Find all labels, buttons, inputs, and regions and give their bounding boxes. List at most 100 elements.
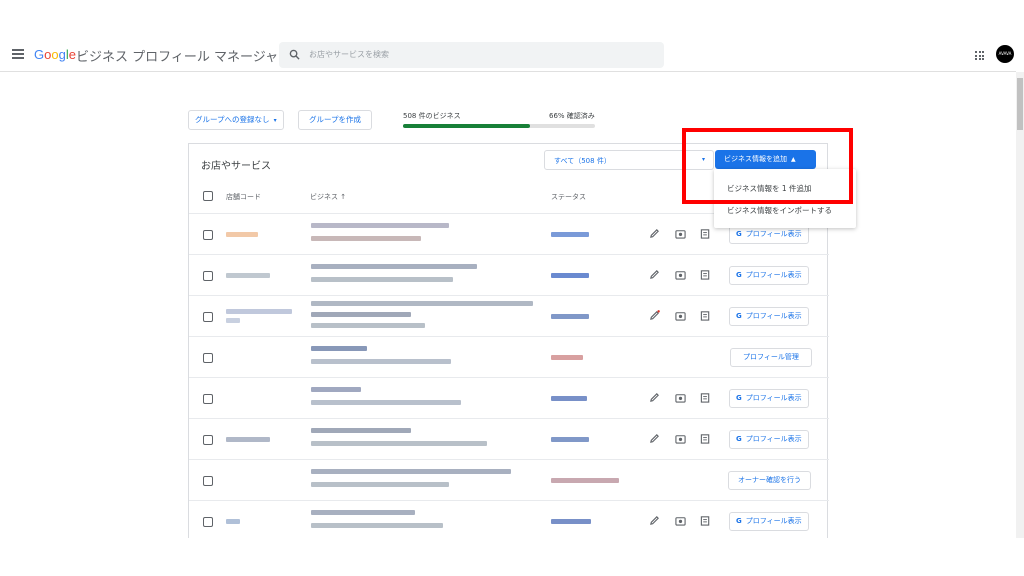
row-checkbox[interactable] (203, 394, 213, 404)
google-g-icon: G (736, 394, 742, 402)
business-address-redacted (311, 323, 425, 328)
add-photo-icon[interactable] (675, 228, 686, 239)
view-profile-button[interactable]: G プロフィール表示 (729, 389, 809, 408)
business-address-redacted (311, 523, 443, 528)
verification-progress-bar (403, 124, 595, 128)
business-name-redacted (311, 264, 477, 269)
add-photo-icon[interactable] (675, 515, 686, 526)
table-row[interactable]: G プロフィール表示 (189, 500, 829, 541)
business-address-redacted (311, 359, 451, 364)
table-row[interactable]: G プロフィール表示 (189, 254, 829, 295)
google-g-icon: G (736, 312, 742, 320)
business-name-redacted (311, 301, 533, 306)
row-checkbox[interactable] (203, 230, 213, 240)
status-redacted (551, 396, 587, 401)
view-profile-button[interactable]: G プロフィール表示 (729, 430, 809, 449)
group-filter-button[interactable]: グループへの登録なし ▾ (188, 110, 284, 130)
edit-icon[interactable] (649, 228, 660, 239)
add-post-icon[interactable] (700, 515, 711, 526)
edit-icon[interactable] (649, 269, 660, 280)
row-checkbox[interactable] (203, 271, 213, 281)
table-row[interactable]: G プロフィール表示 (189, 377, 829, 418)
business-name-redacted (311, 428, 411, 433)
create-group-button[interactable]: グループを作成 (298, 110, 373, 130)
store-code-redacted (226, 273, 270, 278)
row-checkbox[interactable] (203, 312, 213, 322)
edit-icon[interactable] (649, 515, 660, 526)
row-checkbox[interactable] (203, 517, 213, 527)
add-photo-icon[interactable] (675, 310, 686, 321)
table-row[interactable]: オーナー確認を行う (189, 459, 829, 500)
verify-owner-button[interactable]: オーナー確認を行う (728, 471, 811, 490)
google-g-icon: G (736, 230, 742, 238)
scrollbar-thumb[interactable] (1017, 78, 1023, 130)
view-profile-button[interactable]: G プロフィール表示 (729, 266, 809, 285)
search-input[interactable]: お店やサービスを検索 (279, 42, 664, 68)
business-address-redacted (311, 277, 453, 282)
view-profile-button[interactable]: G プロフィール表示 (729, 512, 809, 531)
store-code-redacted (226, 437, 270, 442)
business-count: 508 件のビジネス (403, 112, 461, 120)
menu-icon[interactable] (12, 49, 24, 59)
store-code-redacted (226, 309, 292, 314)
search-placeholder: お店やサービスを検索 (309, 50, 389, 59)
row-checkbox[interactable] (203, 476, 213, 486)
status-redacted (551, 437, 589, 442)
column-header-business[interactable]: ビジネス ↑ (310, 192, 346, 202)
business-name-redacted (311, 312, 411, 317)
menu-item-import[interactable]: ビジネス情報をインポートする (727, 205, 832, 216)
business-name-redacted (311, 346, 367, 351)
avatar[interactable]: AVAVA (996, 45, 1014, 63)
business-address-redacted (311, 400, 461, 405)
select-all-checkbox[interactable] (203, 191, 213, 201)
edit-icon[interactable] (649, 392, 660, 403)
edit-icon[interactable] (649, 433, 660, 444)
add-photo-icon[interactable] (675, 433, 686, 444)
store-code-redacted (226, 519, 240, 524)
table-row[interactable]: G プロフィール表示 (189, 295, 829, 336)
business-name-redacted (311, 387, 361, 392)
status-redacted (551, 478, 619, 483)
verification-progress-fill (403, 124, 530, 128)
add-post-icon[interactable] (700, 269, 711, 280)
google-g-icon: G (736, 271, 742, 279)
manage-profile-button[interactable]: プロフィール管理 (730, 348, 812, 367)
scrollbar[interactable] (1016, 72, 1024, 538)
column-header-status[interactable]: ステータス (551, 192, 586, 202)
row-checkbox[interactable] (203, 435, 213, 445)
add-photo-icon[interactable] (675, 269, 686, 280)
card-title: お店やサービス (201, 161, 271, 172)
table-row[interactable]: G プロフィール表示 (189, 418, 829, 459)
store-code-redacted (226, 232, 258, 237)
business-name-redacted (311, 510, 415, 515)
top-app-bar: Google ビジネス プロフィール マネージャ お店やサービスを検索 AVAV… (0, 36, 1016, 72)
row-checkbox[interactable] (203, 353, 213, 363)
status-redacted (551, 232, 589, 237)
column-header-store-code[interactable]: 店舗コード (226, 192, 261, 202)
filter-value: すべて（508 件） (554, 157, 611, 165)
google-logo[interactable]: Google (34, 47, 76, 62)
status-redacted (551, 519, 591, 524)
business-name-redacted (311, 469, 511, 474)
add-photo-icon[interactable] (675, 392, 686, 403)
status-redacted (551, 314, 589, 319)
store-code-redacted (226, 318, 240, 323)
google-g-icon: G (736, 435, 742, 443)
add-post-icon[interactable] (700, 392, 711, 403)
business-address-redacted (311, 441, 487, 446)
add-post-icon[interactable] (700, 310, 711, 321)
status-redacted (551, 355, 583, 360)
add-post-icon[interactable] (700, 433, 711, 444)
table-row[interactable]: プロフィール管理 (189, 336, 829, 377)
add-post-icon[interactable] (700, 228, 711, 239)
edit-alert-icon[interactable] (649, 310, 660, 321)
apps-grid-icon[interactable] (975, 51, 984, 60)
annotation-highlight-box (682, 128, 853, 204)
view-profile-button[interactable]: G プロフィール表示 (729, 307, 809, 326)
google-g-icon: G (736, 517, 742, 525)
business-address-redacted (311, 236, 421, 241)
app-title: ビジネス プロフィール マネージャ (76, 50, 279, 65)
business-name-redacted (311, 223, 449, 228)
chevron-down-icon: ▾ (273, 117, 277, 124)
business-address-redacted (311, 482, 449, 487)
